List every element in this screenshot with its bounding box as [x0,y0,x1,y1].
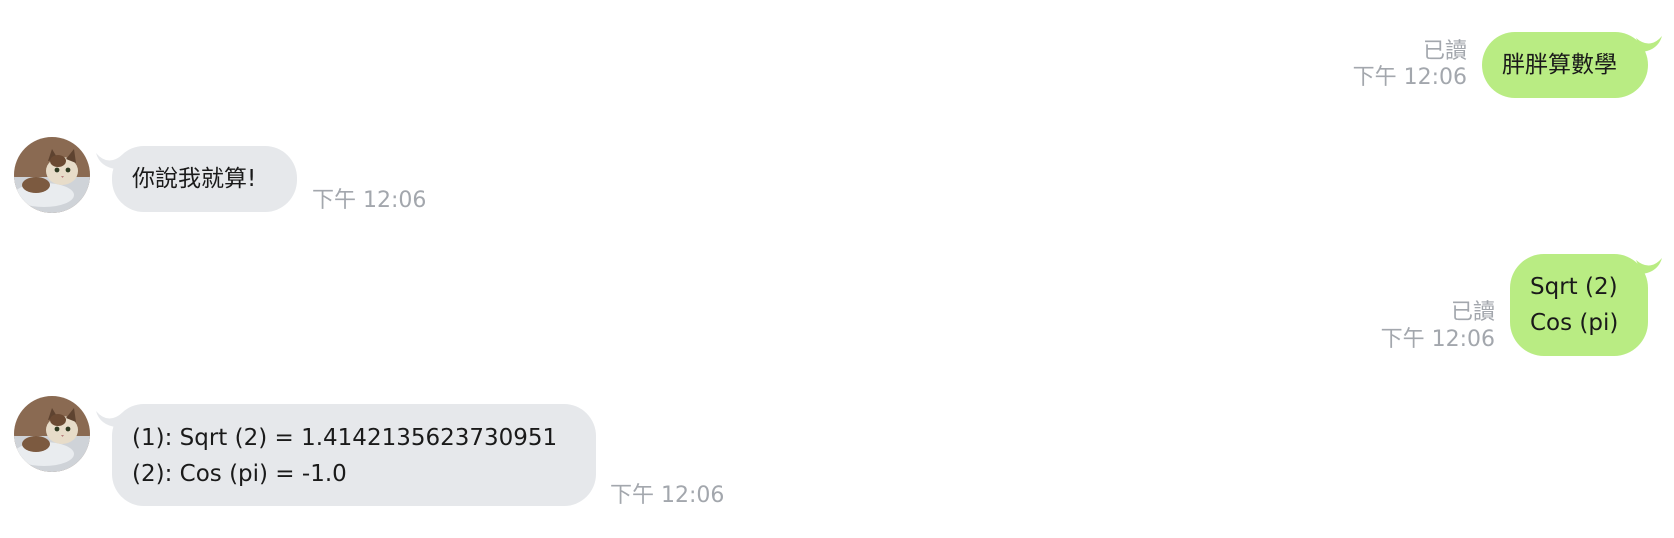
read-status: 已讀 [1422,39,1467,64]
cat-avatar-icon[interactable] [14,137,90,213]
message-time: 下午 12:06 [1380,327,1495,352]
message-bubble[interactable]: Sqrt (2) Cos (pi) [1510,254,1648,356]
cat-avatar-icon[interactable] [14,396,90,472]
message-bubble[interactable]: (1): Sqrt (2) = 1.4142135623730951 (2): … [112,404,596,506]
message-time: 下午 12:06 [610,483,725,508]
message-bubble[interactable]: 胖胖算數學 [1482,32,1648,98]
chat-history: 已讀 下午 12:06 胖胖算數學 你說我就算! 下午 12:06 已讀 下午 … [0,0,1674,538]
message-time: 下午 12:06 [312,188,427,213]
read-status: 已讀 [1450,300,1495,325]
message-bubble[interactable]: 你說我就算! [112,146,297,212]
message-time: 下午 12:06 [1352,65,1467,90]
